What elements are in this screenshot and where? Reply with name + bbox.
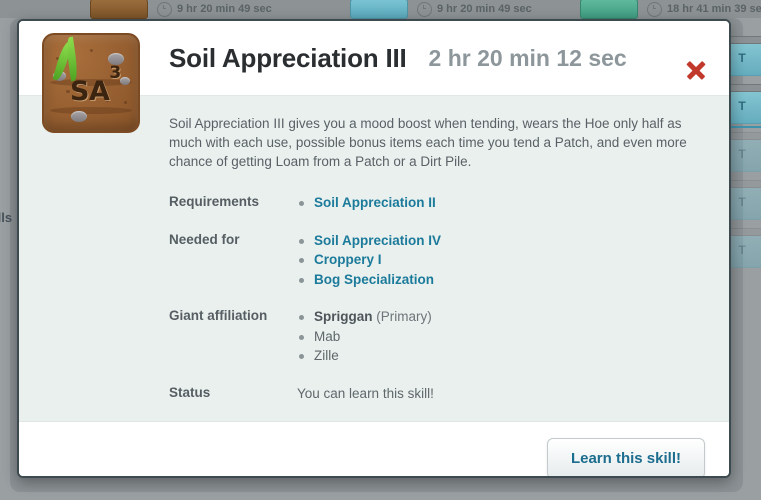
list-item: Zille	[297, 346, 705, 366]
status-row: Status You can learn this skill!	[169, 384, 705, 404]
skill-detail-modal: SA3 Soil Appreciation III 2 hr 20 min 12…	[17, 19, 731, 478]
blob-thumbnail-icon	[350, 0, 408, 19]
skill-icon-label: SA3	[70, 63, 121, 107]
giant-affiliation-list: Spriggan (Primary) Mab Zille	[297, 307, 705, 366]
page-title: Soil Appreciation III	[169, 42, 407, 73]
timer-text: 9 hr 20 min 49 sec	[437, 3, 532, 15]
skill-link[interactable]: Croppery I	[314, 252, 382, 267]
clock-icon	[647, 1, 662, 17]
timer-item[interactable]: 9 hr 20 min 49 sec	[90, 0, 272, 19]
list-item: Soil Appreciation IV	[297, 231, 705, 251]
status-badge: You can learn this skill!	[297, 385, 434, 401]
requirements-list: Soil Appreciation II	[297, 193, 705, 213]
clock-icon	[157, 1, 172, 17]
green-thumbnail-icon	[580, 0, 638, 19]
top-timer-bar: 9 hr 20 min 49 sec 9 hr 20 min 49 sec 18…	[0, 0, 761, 19]
sidebar-skills-label: ills	[0, 210, 13, 225]
giant-affiliation-row: Giant affiliation Spriggan (Primary) Mab…	[169, 307, 705, 366]
list-item: Mab	[297, 327, 705, 347]
timer-strip: 9 hr 20 min 49 sec 9 hr 20 min 49 sec 18…	[0, 0, 761, 19]
needed-for-value: Soil Appreciation IV Croppery I Bog Spec…	[297, 231, 705, 290]
modal-footer: Learn this skill!	[19, 421, 729, 476]
soil-appreciation-skill-icon: SA3	[42, 33, 140, 133]
list-item: Croppery I	[297, 250, 705, 270]
timer-text: 9 hr 20 min 49 sec	[177, 3, 272, 15]
timer-item[interactable]: 18 hr 41 min 39 sec	[580, 0, 761, 19]
timer-item[interactable]: 9 hr 20 min 49 sec	[350, 0, 532, 19]
requirements-value: Soil Appreciation II	[297, 193, 705, 213]
modal-title-row: Soil Appreciation III 2 hr 20 min 12 sec	[169, 21, 659, 95]
modal-header: SA3 Soil Appreciation III 2 hr 20 min 12…	[19, 21, 729, 133]
crate-thumbnail-icon	[90, 0, 148, 19]
needed-for-row: Needed for Soil Appreciation IV Croppery…	[169, 231, 705, 290]
giant-primary-tag: (Primary)	[376, 309, 432, 324]
giant-affiliation-value: Spriggan (Primary) Mab Zille	[297, 307, 705, 366]
list-item: Bog Specialization	[297, 270, 705, 290]
timer-text: 18 hr 41 min 39 sec	[667, 3, 761, 15]
skill-link[interactable]: Soil Appreciation IV	[314, 233, 441, 248]
status-label: Status	[169, 384, 211, 400]
giant-name: Spriggan	[314, 309, 373, 324]
learn-this-skill-button[interactable]: Learn this skill!	[546, 437, 705, 476]
modal-body: Soil Appreciation III gives you a mood b…	[19, 96, 729, 421]
clock-icon	[417, 1, 432, 17]
needed-for-list: Soil Appreciation IV Croppery I Bog Spec…	[297, 231, 705, 290]
list-item: Spriggan (Primary)	[297, 307, 705, 327]
skill-duration: 2 hr 20 min 12 sec	[428, 44, 627, 71]
close-icon[interactable]	[683, 57, 709, 83]
list-item: Soil Appreciation II	[297, 193, 705, 213]
giant-affiliation-label: Giant affiliation	[169, 308, 268, 323]
needed-for-label: Needed for	[169, 231, 240, 247]
skill-link[interactable]: Bog Specialization	[314, 272, 434, 287]
skill-description: Soil Appreciation III gives you a mood b…	[169, 116, 687, 169]
requirements-row: Requirements Soil Appreciation II	[169, 193, 705, 213]
requirements-label: Requirements	[169, 194, 260, 209]
skill-link[interactable]: Soil Appreciation II	[314, 195, 436, 210]
